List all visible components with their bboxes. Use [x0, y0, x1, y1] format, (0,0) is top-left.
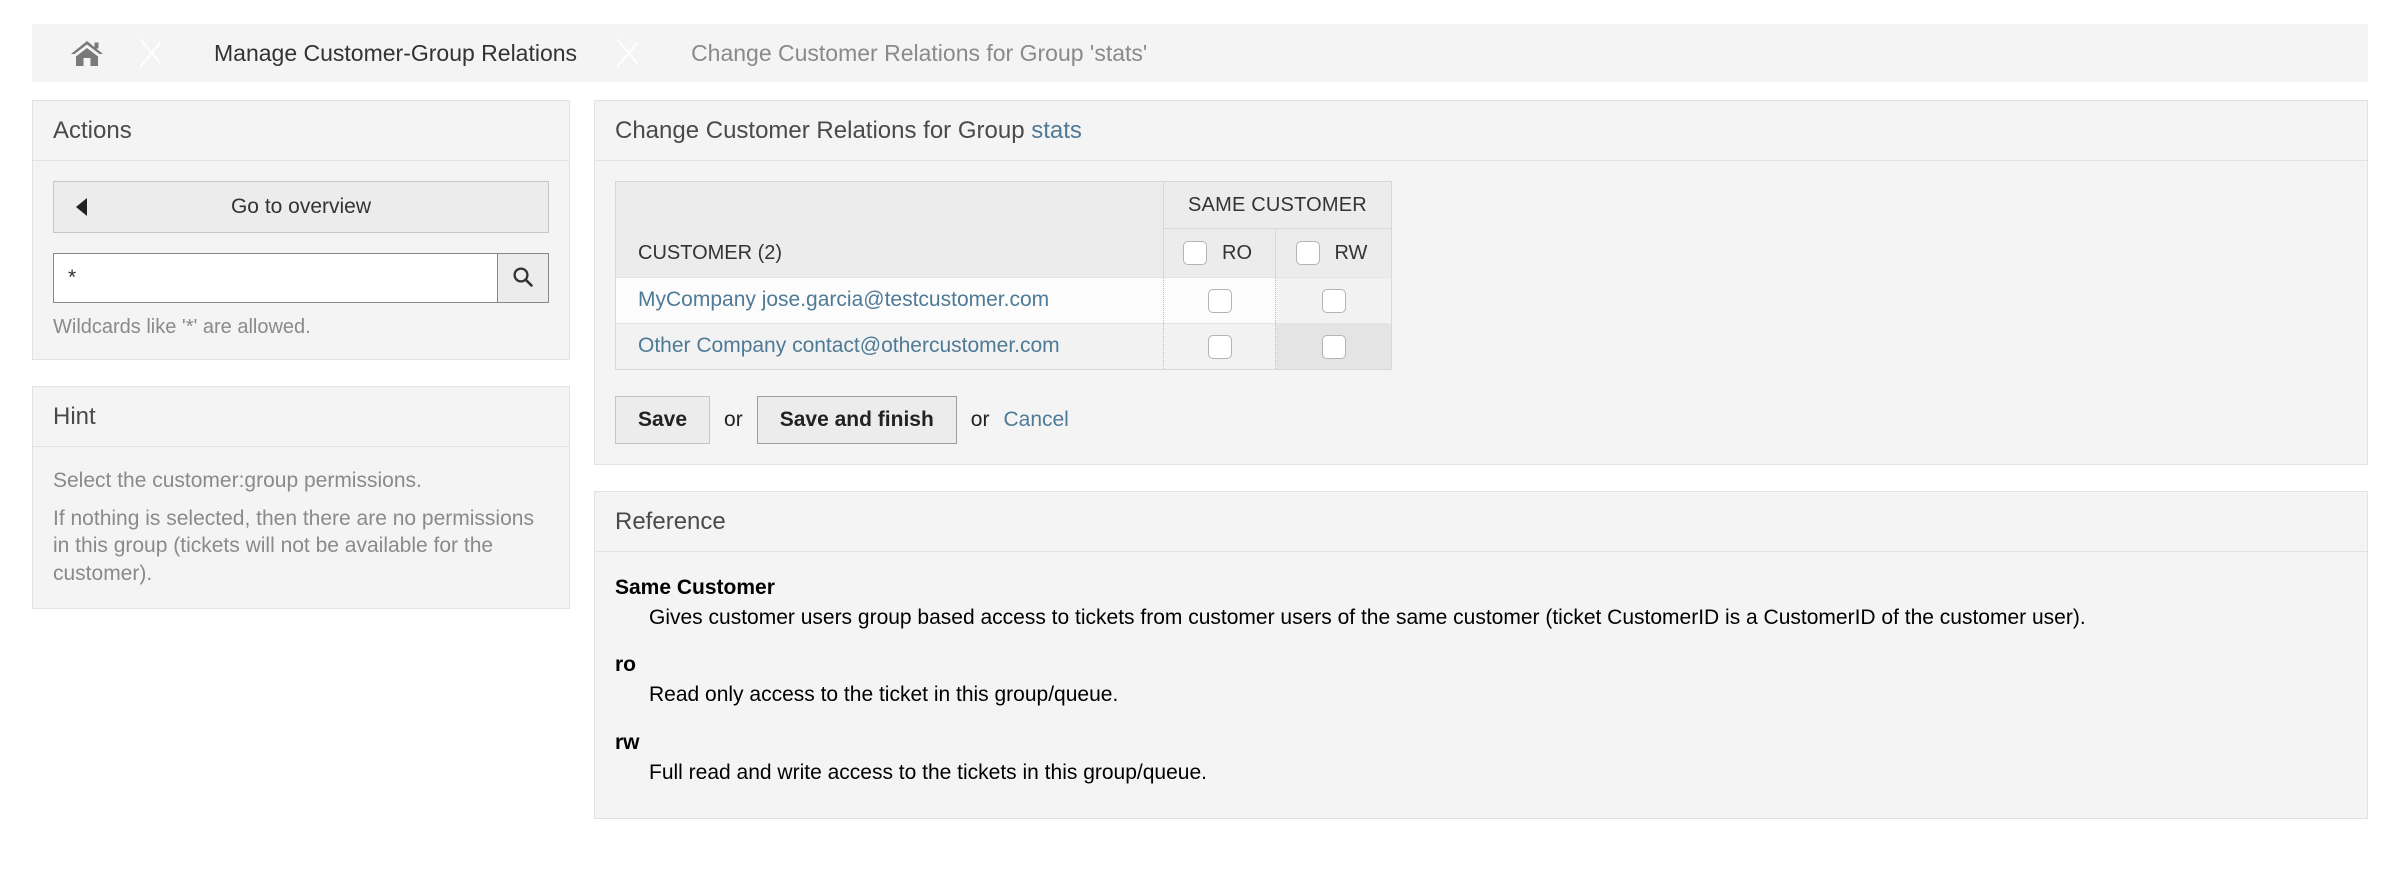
- main-content: Change Customer Relations for Group stat…: [594, 100, 2368, 845]
- customer-link[interactable]: Other Company contact@othercustomer.com: [616, 324, 1164, 370]
- row-ro-checkbox[interactable]: [1208, 289, 1232, 313]
- breadcrumb-separator-1: [134, 24, 180, 82]
- hint-panel: Hint Select the customer:group permissio…: [32, 386, 570, 609]
- reference-term: rw: [615, 731, 2347, 755]
- search-wildcard-hint: Wildcards like '*' are allowed.: [53, 316, 549, 339]
- search-input[interactable]: [53, 253, 497, 303]
- column-header-rw: RW: [1276, 229, 1391, 278]
- hint-panel-body: Select the customer:group permissions. I…: [33, 447, 569, 608]
- table-row: Other Company contact@othercustomer.com: [616, 324, 1392, 370]
- cell-rw: [1276, 324, 1391, 370]
- column-header-customer: CUSTOMER (2): [616, 182, 1164, 278]
- sidebar: Actions Go to overview: [32, 100, 570, 635]
- column-header-ro-label: RO: [1222, 242, 1252, 264]
- breadcrumb-item-manage-relations[interactable]: Manage Customer-Group Relations: [180, 24, 611, 82]
- reference-definition: Full read and write access to the ticket…: [649, 759, 2347, 786]
- customer-link[interactable]: MyCompany jose.garcia@testcustomer.com: [616, 278, 1164, 324]
- breadcrumb-label: Change Customer Relations for Group 'sta…: [691, 40, 1147, 67]
- column-header-same-customer: SAME CUSTOMER: [1164, 182, 1392, 229]
- row-rw-checkbox[interactable]: [1322, 289, 1346, 313]
- reference-panel-body: Same Customer Gives customer users group…: [595, 552, 2367, 818]
- go-to-overview-button[interactable]: Go to overview: [53, 181, 549, 233]
- table-head: CUSTOMER (2) SAME CUSTOMER RO RW: [616, 182, 1392, 278]
- home-icon: [70, 38, 104, 68]
- search-submit-button[interactable]: [497, 253, 549, 303]
- breadcrumb-home[interactable]: [32, 24, 134, 82]
- hint-paragraph: If nothing is selected, then there are n…: [53, 505, 549, 588]
- select-all-rw-checkbox[interactable]: [1296, 241, 1320, 265]
- hint-paragraph: Select the customer:group permissions.: [53, 467, 549, 495]
- form-actions: Save or Save and finish or Cancel: [615, 396, 2347, 444]
- go-to-overview-label: Go to overview: [231, 195, 371, 218]
- actions-panel: Actions Go to overview: [32, 100, 570, 360]
- search-icon: [511, 265, 535, 292]
- or-separator: or: [971, 408, 990, 432]
- reference-term: ro: [615, 653, 2347, 677]
- column-header-rw-label: RW: [1334, 242, 1367, 264]
- back-arrow-icon: [76, 198, 87, 216]
- search-row: [53, 253, 549, 303]
- save-button[interactable]: Save: [615, 396, 710, 444]
- breadcrumb: Manage Customer-Group Relations Change C…: [32, 24, 2368, 82]
- hint-panel-title: Hint: [33, 387, 569, 447]
- or-separator: or: [724, 408, 743, 432]
- relations-panel: Change Customer Relations for Group stat…: [594, 100, 2368, 465]
- breadcrumb-item-current: Change Customer Relations for Group 'sta…: [657, 24, 1181, 82]
- row-ro-checkbox[interactable]: [1208, 335, 1232, 359]
- row-rw-checkbox[interactable]: [1322, 335, 1346, 359]
- actions-panel-title: Actions: [33, 101, 569, 161]
- reference-definition: Read only access to the ticket in this g…: [649, 681, 2347, 708]
- cell-rw: [1276, 278, 1391, 324]
- actions-panel-body: Go to overview Wildcards like '*' are al…: [33, 161, 569, 359]
- cell-ro: [1164, 278, 1276, 324]
- page-body: Actions Go to overview: [0, 82, 2400, 845]
- cancel-link[interactable]: Cancel: [1003, 408, 1068, 432]
- page-title: Change Customer Relations for Group stat…: [595, 101, 2367, 161]
- table-row: MyCompany jose.garcia@testcustomer.com: [616, 278, 1392, 324]
- reference-definition: Gives customer users group based access …: [649, 604, 2347, 631]
- relations-panel-body: CUSTOMER (2) SAME CUSTOMER RO RW: [595, 161, 2367, 464]
- customer-group-relations-table: CUSTOMER (2) SAME CUSTOMER RO RW: [615, 181, 1392, 370]
- column-header-ro: RO: [1164, 229, 1276, 278]
- table-body: MyCompany jose.garcia@testcustomer.com O…: [616, 278, 1392, 370]
- reference-term: Same Customer: [615, 576, 2347, 600]
- page-title-text: Change Customer Relations for Group: [615, 117, 1025, 144]
- breadcrumb-label: Manage Customer-Group Relations: [214, 40, 577, 67]
- group-name-link[interactable]: stats: [1031, 117, 1082, 144]
- table-head-row-group: CUSTOMER (2) SAME CUSTOMER: [616, 182, 1392, 229]
- save-and-finish-button[interactable]: Save and finish: [757, 396, 957, 444]
- reference-panel-title: Reference: [595, 492, 2367, 552]
- reference-panel: Reference Same Customer Gives customer u…: [594, 491, 2368, 819]
- select-all-ro-checkbox[interactable]: [1183, 241, 1207, 265]
- cell-ro: [1164, 324, 1276, 370]
- breadcrumb-separator-2: [611, 24, 657, 82]
